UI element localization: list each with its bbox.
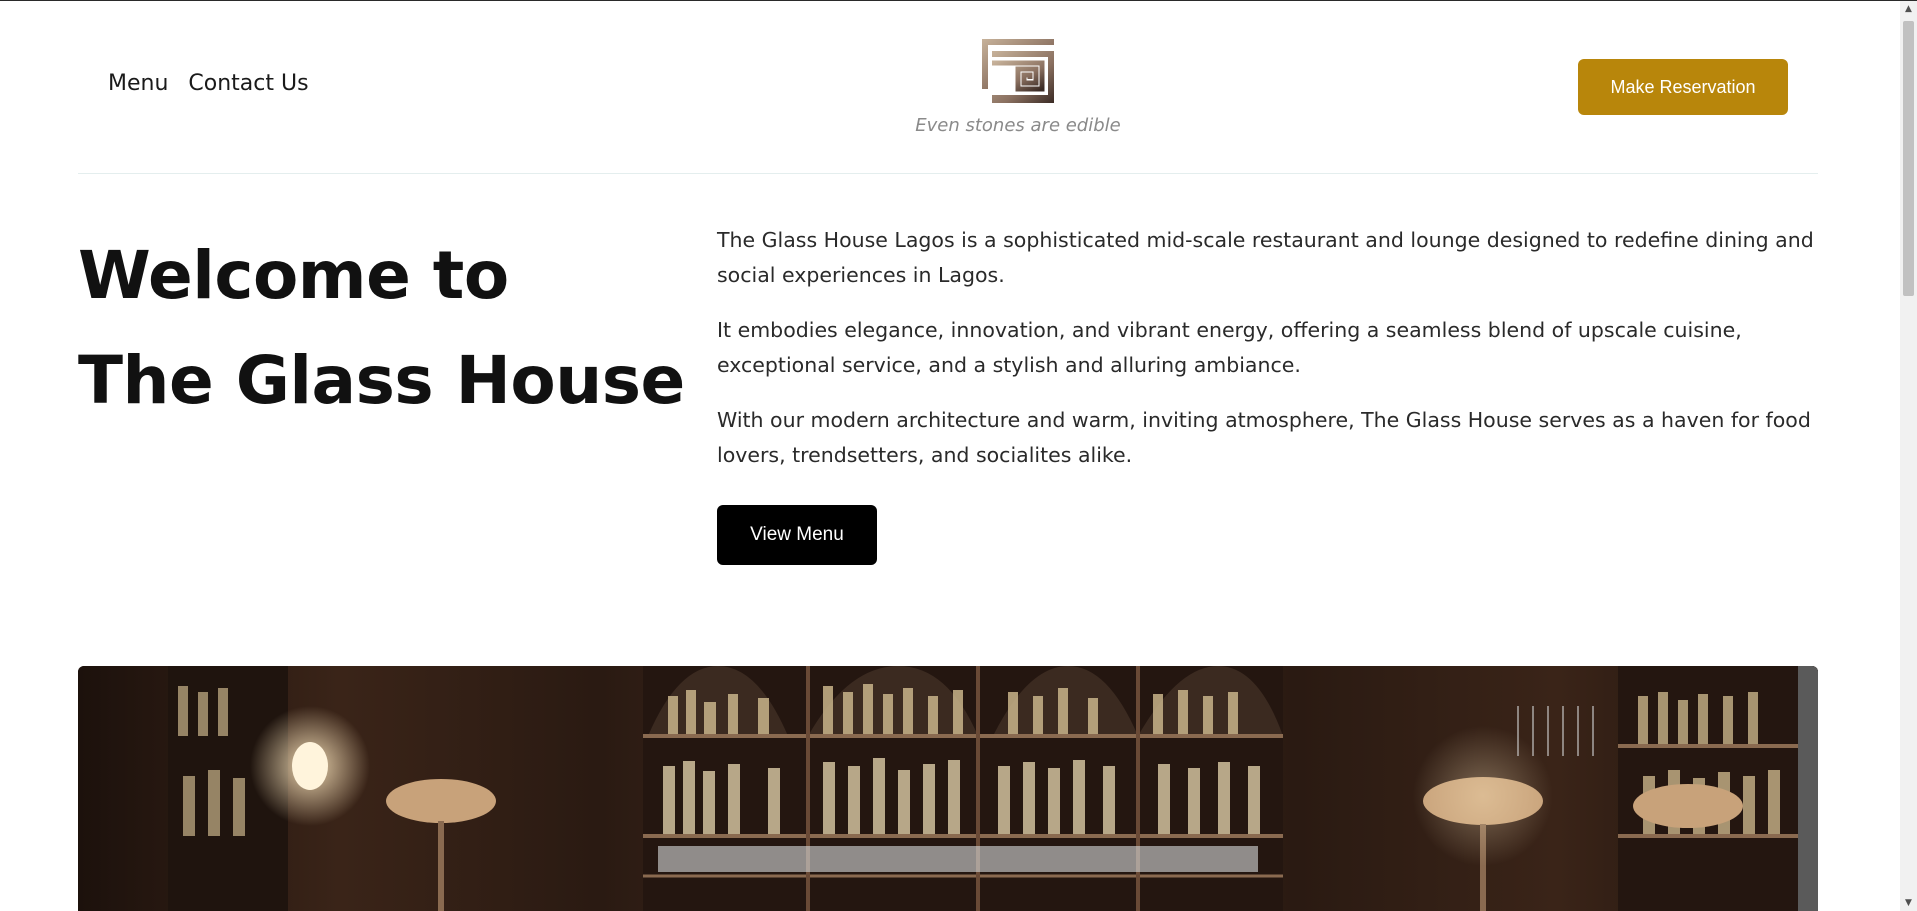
scroll-down-arrow-icon[interactable]: ▼ [1900, 895, 1917, 911]
hero-title-line-2: The Glass House [78, 342, 685, 419]
view-menu-button[interactable]: View Menu [717, 505, 877, 565]
intro-section: The Glass House Lagos is a sophisticated… [717, 223, 1817, 565]
site-logo[interactable]: Even stones are edible [898, 37, 1138, 136]
bar-interior-image [78, 666, 1818, 911]
site-header: Menu Contact Us Even stones are edible M… [78, 1, 1818, 174]
nav-menu-link[interactable]: Menu [108, 71, 168, 96]
glass-house-logo-icon [982, 39, 1054, 103]
scrollbar-thumb[interactable] [1903, 21, 1914, 296]
scroll-up-arrow-icon[interactable]: ▲ [1900, 1, 1917, 18]
hero-title: Welcome to The Glass House [78, 223, 685, 433]
intro-paragraph: With our modern architecture and warm, i… [717, 408, 1811, 467]
nav-contact-link[interactable]: Contact Us [188, 71, 308, 96]
page: Menu Contact Us Even stones are edible M… [0, 0, 1917, 911]
logo-tagline: Even stones are edible [915, 115, 1121, 136]
main-nav: Menu Contact Us [108, 71, 309, 96]
make-reservation-button[interactable]: Make Reservation [1578, 59, 1788, 115]
intro-paragraph: The Glass House Lagos is a sophisticated… [717, 228, 1814, 287]
intro-paragraph: It embodies elegance, innovation, and vi… [717, 318, 1742, 377]
page-scrollbar[interactable]: ▲ ▼ [1900, 1, 1917, 911]
hero-title-line-1: Welcome to [78, 237, 509, 314]
